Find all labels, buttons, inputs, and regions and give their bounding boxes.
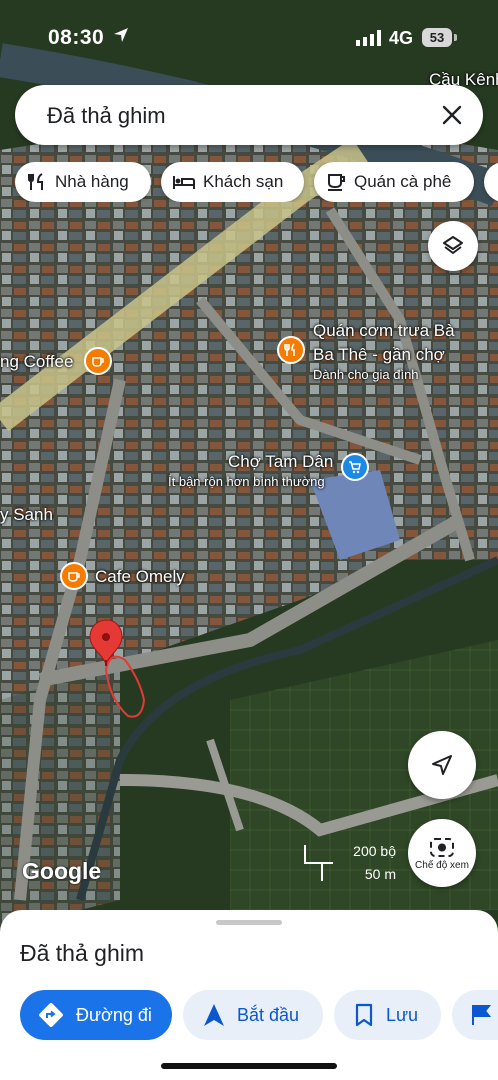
place-quan-com-subtitle: Dành cho gia đình bbox=[313, 367, 419, 382]
coffee-cup-icon bbox=[328, 174, 345, 191]
place-coffee-left[interactable]: ng Coffee bbox=[0, 352, 73, 372]
start-label: Bắt đầu bbox=[237, 1004, 300, 1025]
place-cho-subtitle: Ít bận rộn hơn bình thường bbox=[168, 474, 325, 489]
home-indicator bbox=[161, 1063, 337, 1069]
scale-bar-icon bbox=[304, 845, 333, 881]
navigation-start-icon bbox=[204, 1004, 224, 1026]
place-cafe-omely[interactable]: Cafe Omely bbox=[95, 567, 185, 587]
navigation-arrow-icon bbox=[432, 755, 452, 775]
layers-button[interactable] bbox=[428, 221, 478, 271]
flag-icon bbox=[472, 1005, 492, 1025]
chip-label: Quán cà phê bbox=[354, 172, 452, 191]
battery-level: 53 bbox=[422, 28, 452, 47]
coffee-pin-icon[interactable] bbox=[60, 562, 88, 590]
restaurant-pin-icon[interactable] bbox=[277, 336, 305, 364]
battery-icon bbox=[454, 34, 457, 41]
my-location-button[interactable] bbox=[408, 731, 476, 799]
directions-button[interactable]: Đường đi bbox=[20, 990, 172, 1040]
search-bar[interactable]: Đã thả ghim bbox=[15, 85, 483, 145]
shopping-cart-pin-icon[interactable] bbox=[341, 453, 369, 481]
view-mode-button[interactable]: Chế độ xem bbox=[408, 819, 476, 887]
bed-icon bbox=[173, 176, 195, 189]
layers-icon bbox=[443, 236, 463, 254]
map-scale: 200 bộ 50 m bbox=[304, 843, 404, 883]
chip-hotels[interactable]: Khách sạn bbox=[161, 162, 304, 202]
scale-imperial: 200 bộ bbox=[353, 843, 396, 859]
search-query[interactable]: Đã thả ghim bbox=[47, 103, 166, 129]
chip-label: Nhà hàng bbox=[55, 172, 129, 191]
close-icon[interactable] bbox=[441, 104, 463, 126]
status-bar: 08:30 4G 53 bbox=[0, 0, 498, 62]
sheet-handle[interactable] bbox=[216, 920, 282, 925]
status-time: 08:30 bbox=[48, 26, 105, 49]
network-type: 4G bbox=[389, 28, 414, 48]
chip-more[interactable] bbox=[484, 162, 498, 202]
cell-signal-icon bbox=[356, 30, 381, 46]
directions-icon bbox=[39, 1003, 63, 1027]
chip-cafes[interactable]: Quán cà phê bbox=[314, 162, 474, 202]
coffee-pin-icon[interactable] bbox=[84, 347, 112, 375]
camera-lens-icon bbox=[430, 837, 454, 857]
place-sanh[interactable]: y Sanh bbox=[0, 505, 53, 525]
directions-label: Đường đi bbox=[76, 1004, 152, 1025]
chip-restaurants[interactable]: Nhà hàng bbox=[15, 162, 151, 202]
scale-metric: 50 m bbox=[364, 866, 396, 882]
chip-label: Khách sạn bbox=[203, 172, 284, 191]
google-logo: Google bbox=[22, 858, 102, 884]
category-chips: Nhà hàng Khách sạn Quán cà phê bbox=[0, 162, 498, 202]
save-label: Lưu bbox=[386, 1004, 419, 1025]
view-mode-label: Chế độ xem bbox=[415, 859, 469, 871]
bookmark-icon bbox=[355, 1003, 373, 1027]
save-button[interactable]: Lưu bbox=[334, 990, 441, 1040]
place-sheet[interactable]: Đã thả ghim Đường đi Bắt đầu Lưu bbox=[0, 910, 498, 1080]
start-button[interactable]: Bắt đầu bbox=[183, 990, 323, 1040]
sheet-title: Đã thả ghim bbox=[20, 940, 145, 966]
place-quan-com-line2[interactable]: Ba Thê - gần chợ bbox=[313, 345, 445, 365]
fork-knife-icon bbox=[28, 173, 43, 190]
location-arrow-icon bbox=[114, 28, 128, 42]
place-quan-com-line1[interactable]: Quán cơm trưa Bà bbox=[313, 321, 455, 341]
share-button[interactable] bbox=[452, 990, 498, 1040]
place-cho-tam-dan[interactable]: Chợ Tam Dân bbox=[228, 452, 333, 472]
